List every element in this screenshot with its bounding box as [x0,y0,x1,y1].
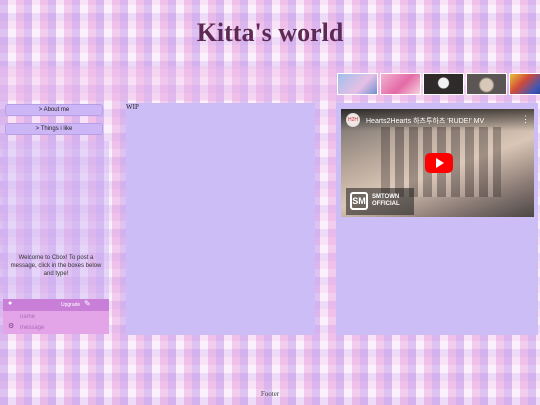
play-button-icon[interactable] [425,153,453,173]
footer: Footer [260,390,280,398]
sm-logo-mark: SM [350,192,368,210]
cbox-toolbar: ● Upgrade ✎ [3,299,109,311]
cbox-welcome-text: Welcome to Cbox! To post a message, clic… [10,255,102,277]
banner-thumbnails [337,73,540,95]
pink-hair-thumb-icon [380,73,421,95]
youtube-embed[interactable]: H2H Hearts2Hearts 하츠투하츠 'RUDE!' MV ⋮ SM … [341,109,534,217]
message-input[interactable] [20,323,107,333]
smtown-logo: SM SMTOWN OFFICIAL [346,188,414,215]
anime-thumb-icon [337,73,378,95]
upgrade-link[interactable]: Upgrade [61,302,80,308]
about-me-button[interactable]: > About me [5,104,103,116]
video-title[interactable]: Hearts2Hearts 하츠투하츠 'RUDE!' MV [366,116,516,126]
colorful-art-thumb-icon [509,73,540,95]
things-i-like-button[interactable]: > Things i like [5,123,103,135]
user-icon[interactable]: ● [8,300,12,307]
scream-mask-thumb-icon [423,73,464,95]
wip-text: WIP [126,103,139,111]
smtown-logo-text: SMTOWN OFFICIAL [372,194,400,207]
main-content-panel: WIP [126,103,315,335]
edit-icon[interactable]: ✎ [84,299,91,308]
site-title: Kitta's world [196,18,344,47]
settings-icon[interactable]: ⚙ [8,322,14,330]
hamster-thumb-icon [466,73,507,95]
name-input[interactable] [20,312,107,322]
channel-avatar[interactable]: H2H [346,113,360,127]
cbox-chat-widget: Welcome to Cbox! To post a message, clic… [3,141,109,334]
cbox-post-form: ⚙ [3,311,109,334]
more-options-icon[interactable]: ⋮ [521,114,530,125]
sidebar-nav: > About me > Things i like [3,104,108,135]
video-panel: H2H Hearts2Hearts 하츠투하츠 'RUDE!' MV ⋮ SM … [336,103,538,335]
